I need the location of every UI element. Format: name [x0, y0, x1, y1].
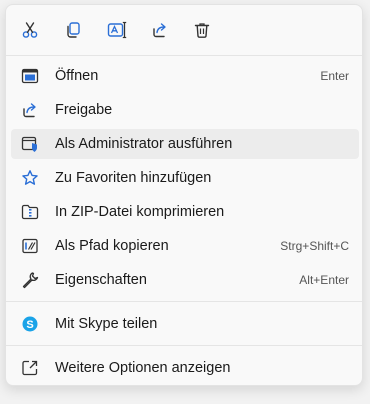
- skype-icon: S: [21, 315, 39, 333]
- menu-item-label: Freigabe: [55, 102, 113, 118]
- menu-item-label: Als Pfad kopieren: [55, 238, 169, 254]
- menu-item-copy-path[interactable]: Als Pfad kopieren Strg+Shift+C: [11, 231, 359, 261]
- share-icon: [21, 101, 39, 119]
- delete-button[interactable]: [190, 18, 214, 42]
- menu-item-compress-zip[interactable]: In ZIP-Datei komprimieren: [11, 197, 359, 227]
- menu-item-label: Eigenschaften: [55, 272, 147, 288]
- quick-actions-toolbar: [6, 5, 362, 55]
- svg-text:S: S: [26, 319, 33, 331]
- copy-button[interactable]: [61, 18, 85, 42]
- context-menu: Öffnen Enter Freigabe Als Administrator …: [5, 4, 363, 386]
- rename-icon: [107, 21, 127, 39]
- zip-folder-icon: [21, 203, 39, 221]
- menu-item-share-skype[interactable]: S Mit Skype teilen: [11, 309, 359, 339]
- menu-item-share[interactable]: Freigabe: [11, 95, 359, 125]
- menu-item-run-as-admin[interactable]: Als Administrator ausführen: [11, 129, 359, 159]
- menu-item-label: Öffnen: [55, 68, 99, 84]
- share-icon: [153, 23, 166, 38]
- more-options-icon: [21, 359, 39, 377]
- menu-item-shortcut: Strg+Shift+C: [280, 239, 349, 253]
- toolbar-divider: [6, 55, 362, 56]
- wrench-icon: [21, 271, 39, 289]
- menu-divider: [6, 301, 362, 302]
- admin-shield-icon: [21, 135, 39, 153]
- delete-icon: [194, 23, 210, 38]
- menu-item-more-options[interactable]: Weitere Optionen anzeigen: [11, 353, 359, 383]
- menu-divider: [6, 345, 362, 346]
- menu-item-label: Als Administrator ausführen: [55, 136, 233, 152]
- copy-icon: [67, 22, 80, 38]
- menu-item-add-favorites[interactable]: Zu Favoriten hinzufügen: [11, 163, 359, 193]
- copy-path-icon: [21, 237, 39, 255]
- share-button[interactable]: [148, 18, 172, 42]
- menu-item-shortcut: Alt+Enter: [299, 273, 349, 287]
- menu-item-open[interactable]: Öffnen Enter: [11, 61, 359, 91]
- rename-button[interactable]: [105, 18, 129, 42]
- menu-item-shortcut: Enter: [320, 69, 349, 83]
- menu-item-label: Mit Skype teilen: [55, 316, 158, 332]
- open-window-icon: [21, 67, 39, 85]
- star-icon: [21, 169, 39, 187]
- menu-item-properties[interactable]: Eigenschaften Alt+Enter: [11, 265, 359, 295]
- menu-item-label: Zu Favoriten hinzufügen: [55, 170, 212, 186]
- menu-item-label: In ZIP-Datei komprimieren: [55, 204, 225, 220]
- cut-icon: [22, 22, 38, 38]
- cut-button[interactable]: [18, 18, 42, 42]
- menu-item-label: Weitere Optionen anzeigen: [55, 360, 231, 376]
